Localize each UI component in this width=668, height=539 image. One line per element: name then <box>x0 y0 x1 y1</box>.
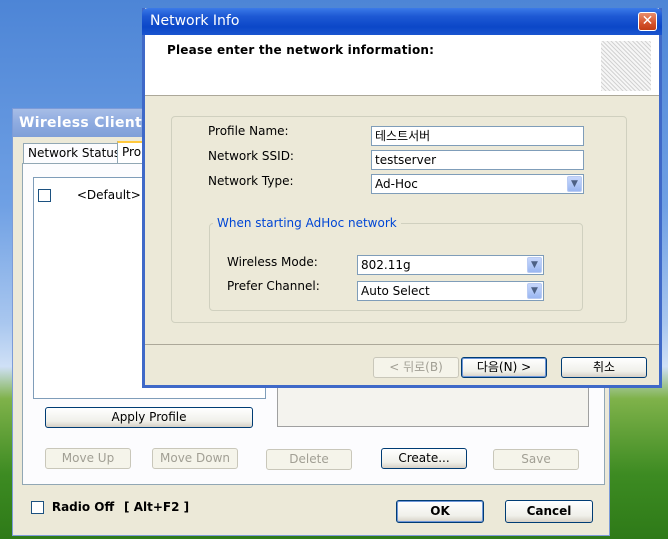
save-button[interactable]: Save <box>493 449 579 470</box>
chevron-down-icon[interactable]: ▼ <box>527 257 542 273</box>
prefer-channel-select[interactable]: Auto Select ▼ <box>357 281 544 301</box>
cancel-button[interactable]: Cancel <box>505 500 593 523</box>
wireless-mode-select[interactable]: 802.11g ▼ <box>357 255 544 275</box>
move-down-button[interactable]: Move Down <box>152 448 238 469</box>
back-button[interactable]: < 뒤로(B) <box>373 357 459 378</box>
apply-profile-label: Apply Profile <box>111 410 187 424</box>
profile-name-input[interactable]: 테스트서버 <box>371 126 584 146</box>
delete-button[interactable]: Delete <box>266 449 352 470</box>
radio-off-checkbox[interactable] <box>31 501 44 514</box>
ssid-input[interactable]: testserver <box>371 150 584 170</box>
dialog-header: Please enter the network information: <box>145 35 659 96</box>
profile-name-label: Profile Name: <box>208 124 289 138</box>
apply-profile-button[interactable]: Apply Profile <box>45 407 253 428</box>
window-title: Wireless Client C <box>19 115 158 131</box>
wireless-mode-label: Wireless Mode: <box>227 255 318 269</box>
ssid-label: Network SSID: <box>208 149 294 163</box>
move-up-button[interactable]: Move Up <box>45 448 131 469</box>
footer-divider <box>145 344 659 345</box>
tab-network-status[interactable]: Network Status <box>23 143 121 163</box>
list-item-label: <Default> <box>76 188 141 202</box>
chevron-down-icon[interactable]: ▼ <box>527 283 542 299</box>
cancel-dialog-button[interactable]: 취소 <box>561 357 647 378</box>
close-icon[interactable]: ✕ <box>638 12 657 31</box>
list-item[interactable]: <Default> <box>38 188 141 202</box>
radio-off-shortcut: [ Alt+F2 ] <box>124 500 190 514</box>
network-type-value: Ad-Hoc <box>375 177 418 191</box>
adhoc-group-legend: When starting AdHoc network <box>213 216 401 230</box>
network-info-dialog: Network Info ✕ Please enter the network … <box>142 8 662 388</box>
next-button[interactable]: 다음(N) > <box>461 357 547 378</box>
chevron-down-icon[interactable]: ▼ <box>567 176 582 192</box>
header-banner-image <box>601 41 651 91</box>
create-button[interactable]: Create... <box>381 448 467 469</box>
list-item-checkbox[interactable] <box>38 189 51 202</box>
dialog-title: Network Info <box>150 13 240 29</box>
dialog-header-text: Please enter the network information: <box>167 43 435 57</box>
prefer-channel-label: Prefer Channel: <box>227 279 320 293</box>
profile-detail-box <box>277 387 589 427</box>
prefer-channel-value: Auto Select <box>361 284 430 298</box>
wireless-mode-value: 802.11g <box>361 258 411 272</box>
network-type-select[interactable]: Ad-Hoc ▼ <box>371 174 584 194</box>
dialog-title-bar: Network Info ✕ <box>142 8 662 35</box>
radio-off-label: Radio Off <box>51 500 115 514</box>
radio-off-toggle[interactable]: Radio Off [ Alt+F2 ] <box>31 500 189 514</box>
network-type-label: Network Type: <box>208 174 294 188</box>
ok-button[interactable]: OK <box>396 500 484 523</box>
